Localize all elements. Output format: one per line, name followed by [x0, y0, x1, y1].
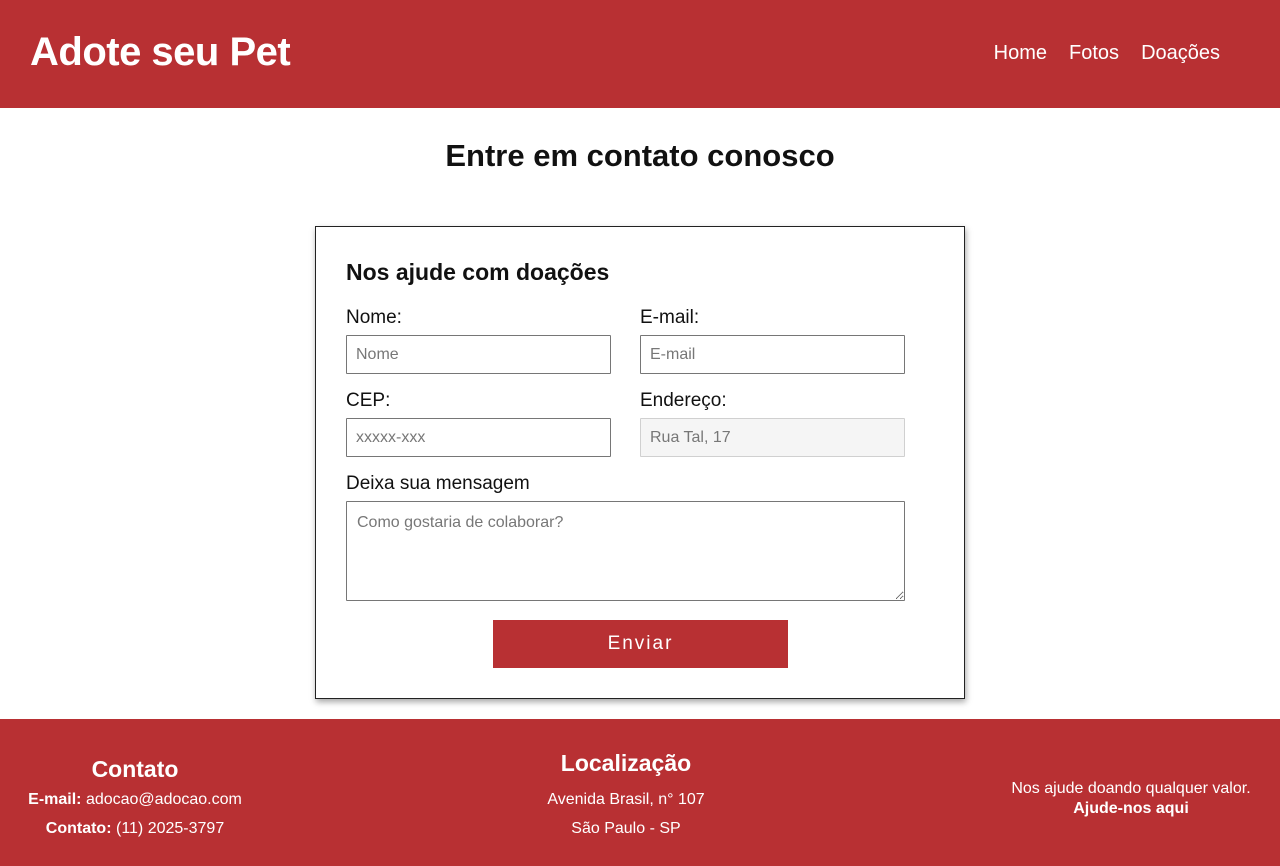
- donation-form: Nos ajude com doações Nome: E-mail: CEP:…: [315, 226, 965, 699]
- enviar-button[interactable]: Enviar: [493, 620, 788, 668]
- cep-label: CEP:: [346, 390, 391, 411]
- page-title: Entre em contato conosco: [445, 138, 835, 173]
- footer-address: Avenida Brasil, n° 107: [547, 791, 705, 808]
- nome-label: Nome:: [346, 307, 402, 328]
- footer-localizacao-title: Localização: [560, 750, 692, 776]
- footer-localizacao: Localização Avenida Brasil, n° 107 São P…: [490, 750, 762, 843]
- email-label: E-mail:: [640, 307, 700, 328]
- footer-phone-label: Contato:: [45, 820, 112, 837]
- footer-phone-value: (11) 2025-3797: [115, 820, 225, 837]
- site-logo[interactable]: Adote seu Pet: [30, 30, 291, 75]
- endereco-input[interactable]: [640, 418, 905, 457]
- footer-city: São Paulo - SP: [571, 820, 681, 837]
- footer-email-label: E-mail:: [28, 791, 82, 808]
- footer-contato-title: Contato: [91, 756, 179, 782]
- cep-input[interactable]: [346, 418, 611, 457]
- nav-link-fotos[interactable]: Fotos: [1069, 42, 1119, 65]
- email-input[interactable]: [640, 335, 905, 374]
- nav-link-home[interactable]: Home: [994, 42, 1047, 65]
- form-title: Nos ajude com doações: [346, 259, 610, 285]
- site-header: Adote seu Pet Home Fotos Doações: [0, 0, 1280, 108]
- footer-contato: Contato E-mail: adocao@adocao.com Contat…: [0, 756, 270, 843]
- footer-help-text: Nos ajude doando qualquer valor.: [1011, 780, 1251, 797]
- main-nav: Home Fotos Doações: [994, 42, 1220, 65]
- mensagem-label: Deixa sua mensagem: [346, 473, 530, 494]
- mensagem-textarea[interactable]: [346, 501, 905, 601]
- footer-help-link[interactable]: Ajude-nos aqui: [1073, 800, 1189, 817]
- site-footer: Contato E-mail: adocao@adocao.com Contat…: [0, 719, 1280, 866]
- nav-link-doacoes[interactable]: Doações: [1141, 42, 1220, 65]
- footer-phone: Contato: (11) 2025-3797: [0, 814, 270, 843]
- nome-input[interactable]: [346, 335, 611, 374]
- footer-email: E-mail: adocao@adocao.com: [0, 785, 270, 814]
- footer-email-value: adocao@adocao.com: [85, 791, 242, 808]
- footer-help: Nos ajude doando qualquer valor. Ajude-n…: [990, 779, 1272, 819]
- endereco-label: Endereço:: [640, 390, 727, 411]
